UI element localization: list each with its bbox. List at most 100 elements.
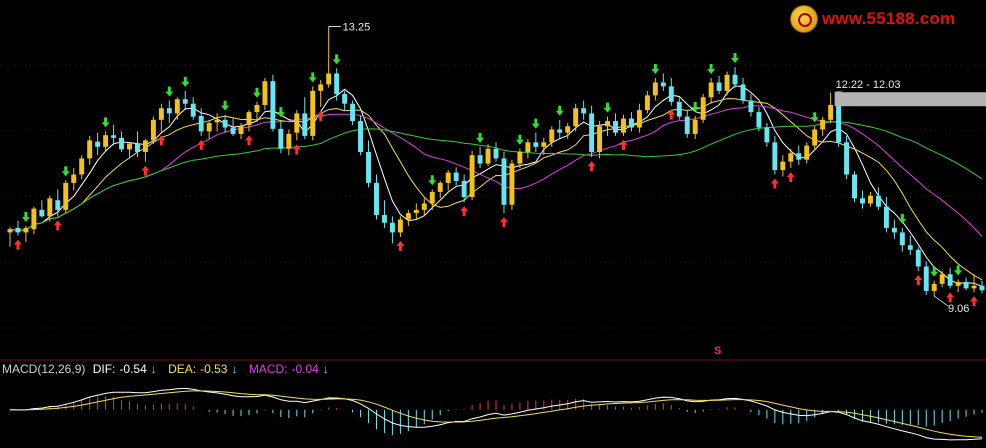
candle-body <box>796 153 802 160</box>
candle-body <box>780 161 786 170</box>
candle-body <box>174 99 180 114</box>
candle <box>158 103 164 132</box>
buy-arrow-icon <box>53 220 62 231</box>
candle <box>525 139 531 159</box>
sell-arrow-icon <box>731 53 740 64</box>
sell-arrow-icon <box>61 166 70 177</box>
candle-body <box>63 182 69 210</box>
dif-value: -0.54 <box>119 362 147 376</box>
candle-body <box>605 121 611 127</box>
candle <box>836 100 842 147</box>
candle <box>174 97 180 120</box>
candle-body <box>87 140 93 159</box>
candle-body <box>613 121 618 133</box>
sell-arrow-icon <box>252 87 261 98</box>
sell-arrow-icon <box>898 213 907 224</box>
candle-body <box>907 245 913 250</box>
macd-legend-macd: MACD: -0.04 ↓ <box>249 362 333 376</box>
candle <box>621 114 626 136</box>
candle <box>931 280 937 297</box>
sell-arrow-icon <box>651 63 660 74</box>
candle-body <box>668 86 674 102</box>
candle <box>708 77 714 104</box>
candle <box>437 180 443 199</box>
sell-arrow-icon <box>603 102 612 113</box>
candle <box>79 155 85 180</box>
candle <box>716 76 722 95</box>
candle <box>509 159 515 210</box>
candle <box>111 124 117 146</box>
price-zone-band <box>834 92 986 107</box>
candle <box>597 121 603 159</box>
candle <box>820 116 826 136</box>
dea-down-arrow-icon: ↓ <box>231 362 238 376</box>
candle-body <box>868 195 873 204</box>
sell-arrow-icon <box>21 211 30 222</box>
sell-arrow-icon <box>101 117 110 128</box>
buy-arrow-icon <box>292 144 301 155</box>
candle <box>883 197 889 233</box>
macd-label: MACD: <box>248 362 288 376</box>
macd-legend-dea: DEA: -0.53 ↓ <box>168 362 241 376</box>
candle <box>828 92 834 124</box>
candle-body <box>47 198 53 217</box>
mid-price-label: 12.22 - 12.03 <box>836 79 901 91</box>
candle <box>748 94 754 117</box>
candle-body <box>493 148 499 159</box>
sell-arrow-icon <box>555 105 564 116</box>
candle <box>214 113 220 132</box>
sell-arrow-icon <box>930 266 939 277</box>
macd-value: -0.04 <box>291 362 319 376</box>
dea-value: -0.53 <box>200 362 228 376</box>
candle-body <box>557 129 563 133</box>
candle-body <box>979 285 985 291</box>
candle-body <box>190 103 196 117</box>
candle <box>557 119 563 140</box>
candle <box>963 277 969 291</box>
price-annotations: 13.25 12.22 - 12.03 9.06 <box>328 22 986 315</box>
candle-body <box>150 119 156 141</box>
candle-body <box>844 142 850 175</box>
buy-arrow-icon <box>141 165 150 176</box>
candle-body <box>724 74 730 91</box>
sell-arrow-icon <box>276 107 285 118</box>
candle-body <box>676 101 682 117</box>
candle-body <box>477 155 483 164</box>
candle-body <box>134 143 140 152</box>
candle <box>852 171 858 203</box>
buy-arrow-icon <box>245 135 254 146</box>
candle-body <box>621 118 626 133</box>
candle-body <box>214 119 220 123</box>
candle <box>206 119 212 140</box>
candle <box>732 67 738 88</box>
candle-body <box>756 112 762 128</box>
candle <box>979 280 985 294</box>
candle-body <box>366 151 371 183</box>
candle <box>262 77 268 111</box>
candle-body <box>915 249 921 267</box>
candle-body <box>374 182 379 216</box>
candle-body <box>939 274 945 284</box>
candle <box>7 227 13 247</box>
candle-body <box>413 209 419 214</box>
candle <box>740 77 746 104</box>
buy-arrow-icon <box>587 161 596 172</box>
candle <box>676 97 682 120</box>
low-price-label: 9.06 <box>948 303 969 315</box>
sell-arrow-icon <box>954 265 963 276</box>
macd-down-arrow-icon: ↓ <box>322 362 329 376</box>
buy-arrow-icon <box>13 239 22 250</box>
candle <box>127 142 132 159</box>
candle-body <box>684 116 690 134</box>
candle <box>652 77 658 101</box>
candle-body <box>692 119 698 134</box>
candle-body <box>804 145 810 160</box>
sell-arrow-icon <box>515 134 524 145</box>
candle <box>222 114 228 133</box>
macd-legend-dif: DIF: -0.54 ↓ <box>93 362 161 376</box>
macd-dea-line <box>10 390 983 438</box>
candle <box>166 100 172 124</box>
candle <box>868 191 873 207</box>
candle-body <box>636 110 642 128</box>
candle-body <box>469 155 475 198</box>
